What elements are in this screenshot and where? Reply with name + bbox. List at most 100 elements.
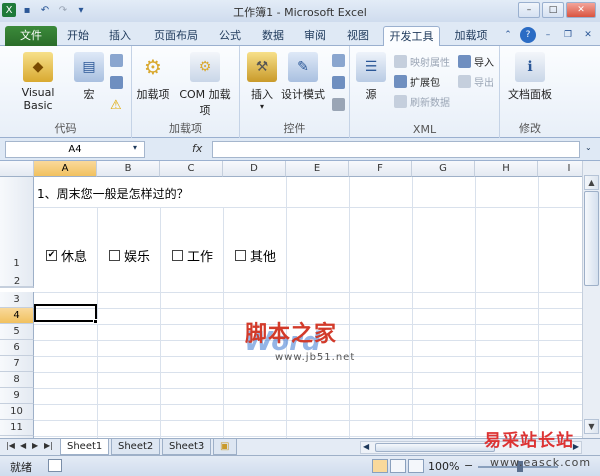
column-header-a[interactable]: A [34, 161, 97, 177]
normal-view-button[interactable] [372, 459, 388, 473]
row-header-1[interactable]: 1 [0, 177, 34, 287]
run-dialog-button[interactable] [332, 98, 345, 111]
checkbox-rest[interactable]: ✔ 休息 [46, 246, 87, 265]
window-controls: – □ ✕ [518, 2, 596, 18]
row-header-11[interactable]: 11 [0, 420, 34, 436]
cell-a1-question[interactable]: 1、周末您一般是怎样过的？ [37, 185, 189, 202]
checkbox-other[interactable]: 其他 [235, 246, 276, 265]
sheet-tab-sheet2[interactable]: Sheet2 [111, 439, 161, 455]
row-header-3[interactable]: 3 [0, 292, 34, 308]
group-xml-label: XML [412, 123, 437, 136]
first-sheet-icon[interactable]: |◀ [6, 441, 15, 450]
addins-button[interactable]: ⚙ 加载项 [136, 52, 170, 102]
insert-control-button[interactable]: ⚒ 插入 ▾ [244, 52, 280, 111]
row-header-6[interactable]: 6 [0, 340, 34, 356]
column-header-c[interactable]: C [160, 161, 223, 177]
name-box[interactable]: A4 [5, 141, 145, 158]
maximize-button[interactable]: □ [542, 2, 564, 18]
checkbox-checked-icon: ✔ [46, 250, 57, 261]
prev-sheet-icon[interactable]: ◀ [20, 441, 26, 450]
minimize-button[interactable]: – [518, 2, 540, 18]
zoom-level[interactable]: 100% [428, 460, 459, 473]
insert-sheet-button[interactable]: ▣ [213, 439, 237, 455]
checkbox-entertainment[interactable]: 娱乐 [109, 246, 150, 265]
close-button[interactable]: ✕ [566, 2, 596, 18]
workbook-minimize-icon[interactable]: – [540, 27, 556, 43]
page-layout-view-button[interactable] [390, 459, 406, 473]
record-macro-button[interactable] [110, 54, 123, 67]
tab-review[interactable]: 审阅 [299, 26, 331, 46]
import-icon [458, 55, 471, 68]
column-header-d[interactable]: D [223, 161, 286, 177]
workbook-restore-icon[interactable]: ❐ [560, 27, 576, 43]
expansion-packs-button[interactable]: 扩展包 [394, 74, 440, 89]
view-code-icon [332, 76, 345, 89]
row-header-7[interactable]: 7 [0, 356, 34, 372]
export-button[interactable]: 导出 [458, 74, 494, 89]
scroll-down-button[interactable]: ▼ [584, 419, 599, 434]
column-header-i[interactable]: I [538, 161, 582, 177]
formula-bar: A4 ▾ fx ⌄ [0, 139, 600, 161]
scroll-up-button[interactable]: ▲ [584, 175, 599, 190]
import-button[interactable]: 导入 [458, 54, 494, 69]
column-header-e[interactable]: E [286, 161, 349, 177]
document-panel-button[interactable]: ℹ 文档面板 [504, 52, 556, 102]
workbook-close-icon[interactable]: ✕ [580, 27, 596, 43]
formula-input[interactable] [212, 141, 580, 158]
group-controls: ⚒ 插入 ▾ ✎ 设计模式 控件 [240, 46, 350, 138]
tab-insert[interactable]: 插入 [104, 26, 136, 46]
properties-button[interactable] [332, 54, 345, 67]
fill-handle[interactable] [93, 319, 98, 324]
checkbox-work[interactable]: 工作 [172, 246, 213, 265]
last-sheet-icon[interactable]: ▶| [44, 441, 53, 450]
vertical-scroll-thumb[interactable] [584, 191, 599, 286]
insert-function-icon[interactable]: fx [192, 142, 202, 155]
row-header-5[interactable]: 5 [0, 324, 34, 340]
tab-home[interactable]: 开始 [62, 26, 94, 46]
column-header-g[interactable]: G [412, 161, 475, 177]
row-header-8[interactable]: 8 [0, 372, 34, 388]
scroll-left-icon[interactable]: ◀ [363, 442, 369, 451]
refresh-data-button[interactable]: 刷新数据 [394, 94, 450, 109]
tab-formulas[interactable]: 公式 [214, 26, 246, 46]
ribbon-collapse-icon[interactable]: ⌃ [500, 27, 516, 43]
tab-view[interactable]: 视图 [342, 26, 374, 46]
row-header-10[interactable]: 10 [0, 404, 34, 420]
checkbox-rest-label: 休息 [61, 250, 88, 265]
horizontal-scroll-thumb[interactable] [375, 443, 495, 452]
tab-addins[interactable]: 加载项 [450, 26, 492, 46]
com-addins-button[interactable]: ⚙ COM 加载项 [174, 52, 236, 118]
tab-data[interactable]: 数据 [257, 26, 289, 46]
record-macro-status-icon[interactable] [48, 459, 62, 472]
tab-file[interactable]: 文件 [5, 26, 57, 46]
expand-formula-bar-icon[interactable]: ⌄ [585, 143, 592, 152]
xml-source-button[interactable]: ☰ 源 [356, 52, 386, 102]
active-cell-a4[interactable] [34, 304, 97, 322]
view-code-button[interactable] [332, 76, 345, 89]
design-mode-button[interactable]: ✎ 设计模式 [280, 52, 326, 102]
help-icon[interactable]: ? [520, 27, 536, 43]
name-box-dropdown-icon[interactable]: ▾ [133, 143, 137, 152]
column-header-f[interactable]: F [349, 161, 412, 177]
macros-button[interactable]: ▤ 宏 [74, 52, 104, 102]
select-all-corner[interactable] [0, 161, 34, 177]
page-break-view-button[interactable] [408, 459, 424, 473]
sheet-tab-sheet3[interactable]: Sheet3 [162, 439, 212, 455]
column-header-b[interactable]: B [97, 161, 160, 177]
map-properties-button[interactable]: 映射属性 [394, 54, 450, 69]
column-header-h[interactable]: H [475, 161, 538, 177]
tab-page-layout[interactable]: 页面布局 [148, 26, 204, 46]
zoom-out-button[interactable]: − [464, 459, 473, 472]
next-sheet-icon[interactable]: ▶ [32, 441, 38, 450]
relative-refs-button[interactable] [110, 76, 123, 89]
row-header-4[interactable]: 4 [0, 308, 34, 324]
worksheet-grid[interactable]: A B C D E F G H I 1 2 3 4 5 6 7 8 9 10 1… [0, 161, 582, 438]
sheet-tab-sheet1[interactable]: Sheet1 [60, 439, 110, 455]
visual-basic-button[interactable]: ◆ Visual Basic [6, 52, 70, 112]
macro-security-button[interactable]: ⚠ [110, 98, 122, 113]
vertical-scrollbar[interactable]: ▲ ▼ [582, 161, 600, 438]
tab-developer[interactable]: 开发工具 [383, 26, 440, 46]
checkbox-other-label: 其他 [250, 250, 277, 265]
row-header-9[interactable]: 9 [0, 388, 34, 404]
row-header-2[interactable]: 2 [0, 272, 34, 292]
